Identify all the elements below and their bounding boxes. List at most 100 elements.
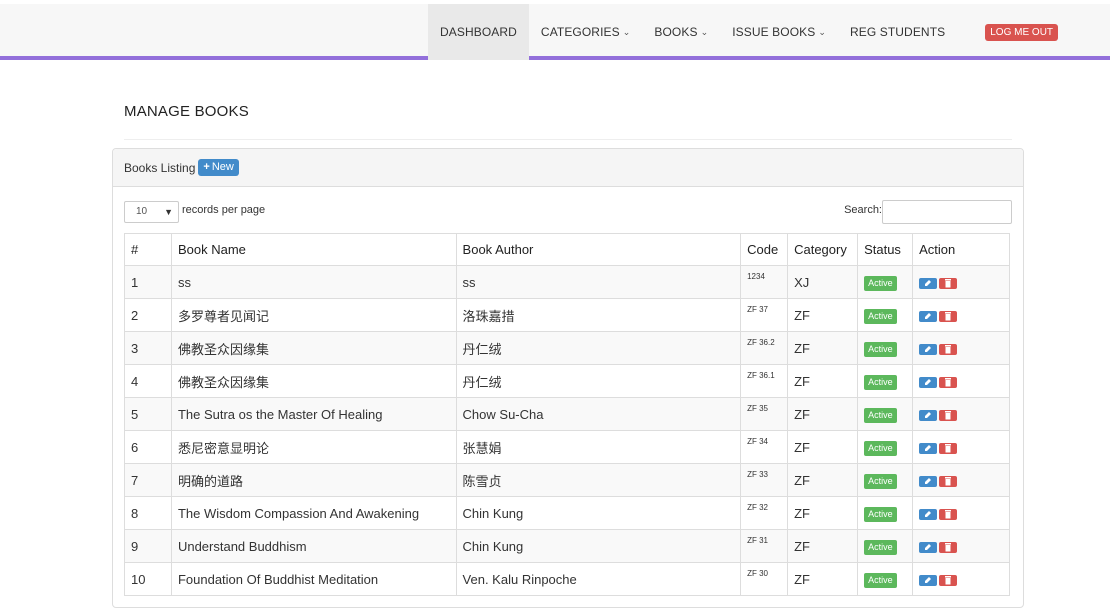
- action-cell: [912, 463, 1010, 497]
- edit-icon[interactable]: [919, 409, 938, 421]
- row-number: 1: [124, 265, 172, 299]
- records-per-page-label: records per page: [182, 204, 266, 216]
- book-author-cell: Chin Kung: [455, 529, 742, 563]
- book-name-cell: ss: [170, 265, 457, 299]
- edit-icon[interactable]: [919, 277, 938, 289]
- nav-item-issue-books[interactable]: ISSUE BOOKS ⌄: [720, 4, 838, 60]
- trash-icon[interactable]: [939, 376, 958, 388]
- action-cell: [912, 562, 1010, 596]
- table-row: 3 佛教圣众因缘集 丹仁绒 ZF 36.2 ZF Active: [124, 331, 1010, 365]
- book-author-cell: 张慧娟: [455, 430, 742, 464]
- action-cell: [912, 397, 1010, 431]
- status-badge: Active: [864, 275, 897, 291]
- records-per-page-select[interactable]: 10 ▼: [124, 201, 179, 223]
- action-cell: [912, 529, 1010, 563]
- edit-icon[interactable]: [919, 508, 938, 520]
- col-header-code[interactable]: Code: [740, 233, 789, 266]
- trash-icon[interactable]: [939, 475, 958, 487]
- table-controls: 10 ▼ records per page Search:: [124, 200, 1012, 224]
- search-input[interactable]: [882, 200, 1012, 224]
- category-cell: ZF: [787, 562, 859, 596]
- nav-item-books[interactable]: BOOKS ⌄: [642, 4, 720, 60]
- col-header-category[interactable]: Category: [787, 233, 859, 266]
- new-book-button[interactable]: + New: [198, 159, 239, 176]
- edit-icon[interactable]: [919, 310, 938, 322]
- trash-icon[interactable]: [939, 541, 958, 553]
- row-number: 4: [124, 364, 172, 398]
- nav-menu: DASHBOARD CATEGORIES ⌄ BOOKS ⌄ ISSUE BOO…: [428, 4, 1059, 60]
- edit-icon[interactable]: [919, 541, 938, 553]
- action-cell: [912, 265, 1010, 299]
- category-cell: ZF: [787, 496, 859, 530]
- col-header-number[interactable]: #: [124, 233, 172, 266]
- row-number: 8: [124, 496, 172, 530]
- book-name-cell: Understand Buddhism: [170, 529, 457, 563]
- category-cell: ZF: [787, 463, 859, 497]
- row-number: 9: [124, 529, 172, 563]
- code-cell: 1234: [740, 265, 789, 299]
- status-cell: Active: [857, 496, 914, 530]
- status-cell: Active: [857, 430, 914, 464]
- new-button-label: New: [211, 161, 234, 173]
- trash-icon[interactable]: [939, 310, 958, 322]
- col-header-book-name[interactable]: Book Name: [170, 233, 457, 266]
- edit-icon[interactable]: [919, 376, 938, 388]
- edit-icon[interactable]: [919, 442, 938, 454]
- code-cell: ZF 30: [740, 562, 789, 596]
- trash-icon[interactable]: [939, 277, 958, 289]
- row-number: 7: [124, 463, 172, 497]
- action-cell: [912, 364, 1010, 398]
- category-cell: ZF: [787, 529, 859, 563]
- trash-icon[interactable]: [939, 409, 958, 421]
- panel-heading: Books Listing + New: [113, 149, 1023, 187]
- edit-icon[interactable]: [919, 475, 938, 487]
- table-row: 8 The Wisdom Compassion And Awakening Chin…: [124, 496, 1010, 530]
- trash-icon[interactable]: [939, 442, 958, 454]
- row-number: 10: [124, 562, 172, 596]
- chevron-down-icon: ⌄: [700, 26, 709, 37]
- book-author-cell: 丹仁绒: [455, 364, 742, 398]
- status-badge: Active: [864, 539, 897, 555]
- table-row: 5 The Sutra os the Master Of Healing Chow …: [124, 397, 1010, 431]
- trash-icon[interactable]: [939, 343, 958, 355]
- category-cell: ZF: [787, 430, 859, 464]
- book-name-cell: 佛教圣众因缘集: [170, 364, 457, 398]
- book-author-cell: 丹仁绒: [455, 331, 742, 365]
- nav-item-dashboard[interactable]: DASHBOARD: [428, 4, 529, 60]
- col-header-action: Action: [912, 233, 1010, 266]
- table-row: 1 ss ss 1234 XJ Active: [124, 265, 1010, 299]
- nav-item-label: DASHBOARD: [440, 25, 517, 39]
- status-cell: Active: [857, 331, 914, 365]
- action-cell: [912, 298, 1010, 332]
- col-header-status[interactable]: Status: [857, 233, 914, 266]
- records-per-page-value: 10: [136, 206, 148, 217]
- status-cell: Active: [857, 364, 914, 398]
- row-number: 5: [124, 397, 172, 431]
- table-row: 4 佛教圣众因缘集 丹仁绒 ZF 36.1 ZF Active: [124, 364, 1010, 398]
- books-table: # Book Name Book Author Code Category St…: [124, 233, 1010, 596]
- plus-icon: +: [203, 161, 210, 173]
- code-cell: ZF 33: [740, 463, 789, 497]
- nav-item-reg-students[interactable]: REG STUDENTS: [838, 4, 957, 60]
- edit-icon[interactable]: [919, 343, 938, 355]
- book-author-cell: Ven. Kalu Rinpoche: [455, 562, 742, 596]
- book-name-cell: 明确的道路: [170, 463, 457, 497]
- nav-item-label: REG STUDENTS: [850, 25, 946, 39]
- action-cell: [912, 430, 1010, 464]
- dropdown-arrow-icon: ▼: [164, 207, 173, 217]
- trash-icon[interactable]: [939, 508, 958, 520]
- status-badge: Active: [864, 440, 897, 456]
- book-name-cell: The Wisdom Compassion And Awakening: [170, 496, 457, 530]
- col-header-book-author[interactable]: Book Author: [455, 233, 742, 266]
- status-cell: Active: [857, 562, 914, 596]
- book-author-cell: Chin Kung: [455, 496, 742, 530]
- category-cell: ZF: [787, 397, 859, 431]
- logout-button[interactable]: LOG ME OUT: [985, 23, 1059, 41]
- row-number: 3: [124, 331, 172, 365]
- action-cell: [912, 496, 1010, 530]
- table-header-row: # Book Name Book Author Code Category St…: [124, 233, 1010, 266]
- chevron-down-icon: ⌄: [622, 26, 631, 37]
- nav-item-categories[interactable]: CATEGORIES ⌄: [529, 4, 642, 60]
- status-cell: Active: [857, 529, 914, 563]
- books-panel: Books Listing + New 10 ▼ records per page…: [112, 148, 1024, 608]
